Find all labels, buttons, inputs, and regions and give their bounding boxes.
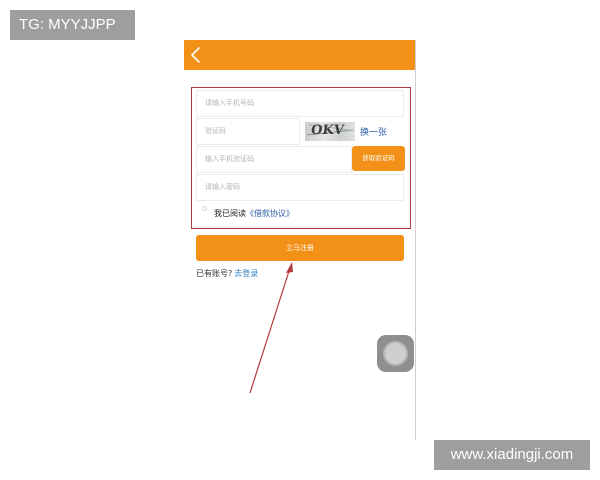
screenshot-canvas: TG: MYYJJPP 请输入手机号码 验证码 OKV 换一张 输入手机验证码 … (0, 0, 600, 480)
assistive-touch-icon[interactable] (377, 335, 414, 372)
go-login-link[interactable]: 去登录 (234, 269, 258, 278)
assistive-touch-ring (385, 343, 406, 364)
register-button[interactable]: 立马注册 (196, 235, 404, 261)
top-bar (184, 40, 415, 70)
login-prompt: 已有账号? (196, 269, 233, 278)
chevron-left-icon[interactable] (189, 46, 203, 64)
tg-label: TG: MYYJJPP (10, 10, 135, 40)
site-watermark: www.xiadingji.com (434, 440, 590, 470)
login-row: 已有账号? 去登录 (196, 268, 258, 279)
annotation-highlight-box (191, 87, 411, 229)
